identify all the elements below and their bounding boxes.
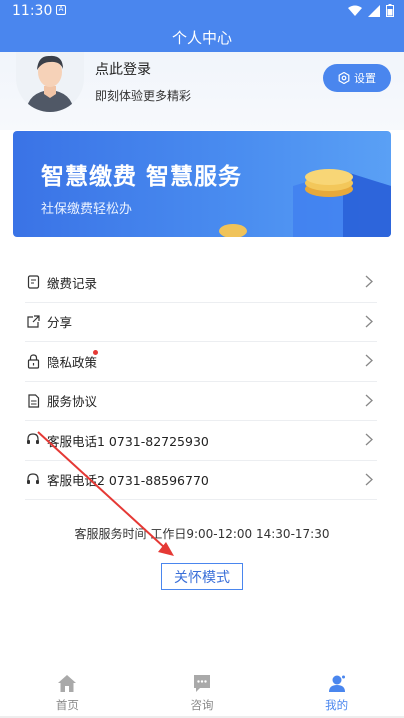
banner-subtitle: 社保缴费轻松办 [41,202,133,217]
nav-label: 咨询 [190,698,214,712]
profile-section: 点此登录 即刻体验更多精彩 设置 [0,52,404,130]
chevron-right-icon [365,275,373,288]
notification-icon: A [56,5,66,15]
chat-icon [191,672,213,694]
menu-label: 服务协议 [47,394,98,410]
battery-icon [386,4,394,17]
home-icon [56,672,78,694]
document-icon [25,393,41,409]
headset-icon [25,472,41,488]
chevron-right-icon [365,315,373,327]
menu-item-payment-records[interactable]: 缴费记录 [25,263,377,303]
chevron-right-icon [365,394,373,406]
status-time: 11:30 [12,3,53,19]
menu-label: 分享 [47,315,73,331]
avatar-icon [26,55,74,112]
bottom-nav: 首页 咨询 我的 [0,664,404,718]
privacy-lock-icon [25,353,41,369]
banner-title: 智慧缴费 智慧服务 [41,164,243,190]
status-bar: 11:30 A [0,0,404,22]
menu-label: 客服电话1 0731-82725930 [47,433,209,449]
menu-item-hotline-1[interactable]: 客服电话1 0731-82725930 [25,421,377,461]
signal-icon [368,4,380,17]
nav-label: 首页 [55,698,79,712]
chevron-right-icon [365,473,373,485]
login-prompt[interactable]: 点此登录 [95,59,151,79]
nav-label: 我的 [325,698,349,712]
settings-button[interactable]: 设置 [323,64,391,92]
receipt-icon [25,274,41,290]
care-mode-button[interactable]: 关怀模式 [161,563,243,590]
menu-item-privacy-policy[interactable]: 隐私政策 [25,342,377,382]
status-icons [348,4,394,17]
nav-item-mine[interactable]: 我的 [269,664,404,718]
headset-icon [25,432,41,448]
chevron-right-icon [365,354,373,367]
promo-banner[interactable]: 智慧缴费 智慧服务 社保缴费轻松办 [13,131,391,237]
wifi-icon [348,5,362,16]
menu-item-share[interactable]: 分享 [25,303,377,342]
app-header: 11:30 A 个人中心 [0,0,404,52]
avatar[interactable] [16,52,84,112]
menu-item-hotline-2[interactable]: 客服电话2 0731-88596770 [25,461,377,500]
menu-item-service-agreement[interactable]: 服务协议 [25,382,377,421]
menu-label: 缴费记录 [47,275,98,291]
settings-label: 设置 [354,72,376,85]
notification-dot [93,350,98,355]
menu-list: 缴费记录 分享 隐私政策 服务协议 客服电话1 0731-82725930 客服… [25,263,377,500]
share-icon [25,314,41,330]
service-hours: 客服服务时间 工作日9:00-12:00 14:30-17:30 [74,527,330,541]
login-subtitle: 即刻体验更多精彩 [95,89,192,103]
nav-item-consult[interactable]: 咨询 [135,664,270,718]
gear-icon [338,72,350,84]
profile-icon [326,672,348,694]
menu-label: 隐私政策 [47,354,98,370]
page-title: 个人中心 [171,29,232,47]
chevron-right-icon [365,433,373,446]
menu-label: 客服电话2 0731-88596770 [47,473,209,489]
nav-item-home[interactable]: 首页 [0,664,135,718]
